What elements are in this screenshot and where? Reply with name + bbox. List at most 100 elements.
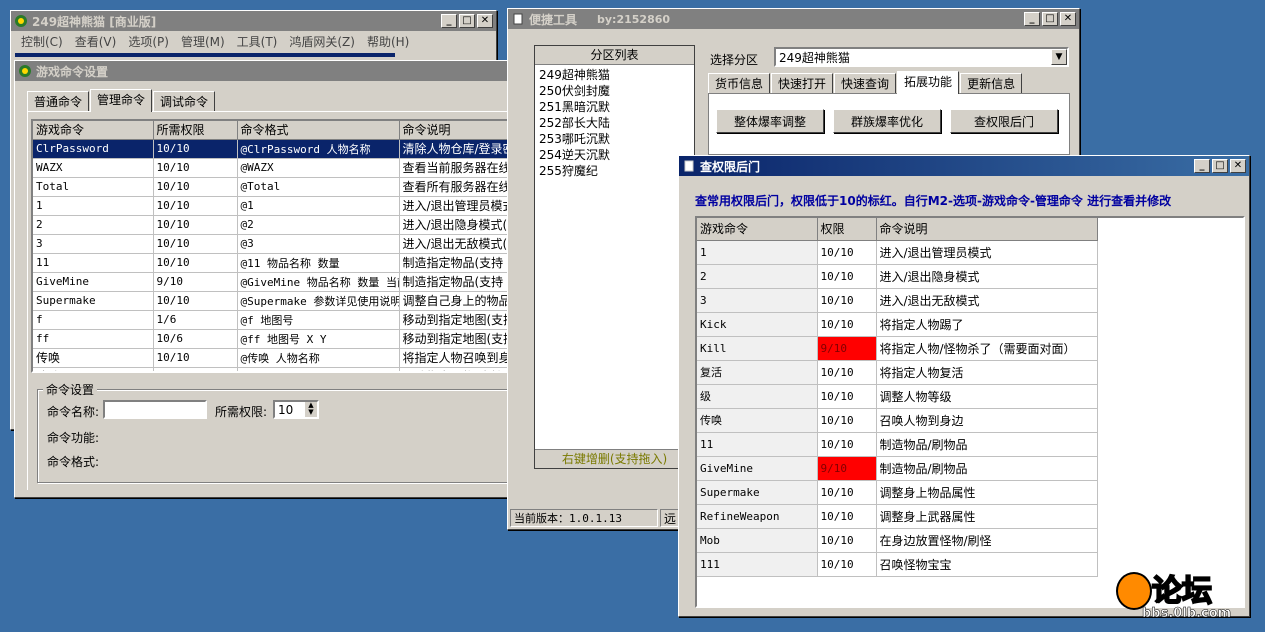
main-window-title: 249超神熊猫 [商业版] (32, 14, 157, 29)
main-window-titlebar[interactable]: 249超神熊猫 [商业版] _ □ ✕ (11, 11, 496, 31)
table-row[interactable]: 追踪10/10@追踪 人物名称跟踪指定人物(支持 (33, 367, 513, 371)
menu-manage[interactable]: 管理(M) (175, 33, 231, 50)
tab-normal-commands[interactable]: 普通命令 (27, 91, 90, 112)
command-name-input[interactable] (103, 400, 207, 419)
watermark-mascot-icon (1116, 572, 1152, 610)
table-row[interactable]: GiveMine 9/10 制造物品/刷物品 (697, 456, 1098, 481)
maximize-button[interactable]: □ (459, 14, 475, 28)
cell-format: @f 地图号 (237, 310, 400, 330)
table-row[interactable]: 传唤 10/10 召唤人物到身边 (697, 408, 1098, 433)
app-icon (18, 64, 32, 78)
cell-command: Kick (697, 312, 818, 337)
list-item[interactable]: 252部长大陆 (539, 115, 690, 131)
col-header-description[interactable]: 命令说明 (876, 218, 1098, 241)
chevron-down-icon[interactable]: ▼ (1051, 49, 1067, 65)
cell-description: 制造物品/刷物品 (876, 432, 1098, 457)
tab-quick-query[interactable]: 快速查询 (834, 73, 897, 94)
menu-gateway[interactable]: 鸿盾网关(Z) (283, 33, 361, 50)
list-item[interactable]: 250伏剑封魔 (539, 83, 690, 99)
tab-update-info[interactable]: 更新信息 (960, 73, 1023, 94)
table-row[interactable]: ff 10/6 @ff 地图号 X Y 移动到指定地图(支持 (33, 329, 513, 349)
cell-command: RefineWeapon (697, 504, 818, 529)
close-button[interactable]: ✕ (477, 14, 493, 28)
table-row[interactable]: f 1/6 @f 地图号 移动到指定地图(支持 (33, 310, 513, 330)
tools-window-titlebar[interactable]: 便捷工具 by:2152860 _ □ ✕ (508, 9, 1079, 29)
cell-command: WAZX (33, 158, 154, 178)
table-row[interactable]: 111 10/10 召唤怪物宝宝 (697, 552, 1098, 577)
menu-tools[interactable]: 工具(T) (231, 33, 284, 50)
minimize-button[interactable]: _ (1024, 12, 1040, 26)
col-header-description[interactable]: 命令说明 (399, 121, 513, 140)
tab-quick-open[interactable]: 快速打开 (771, 73, 834, 94)
table-row[interactable]: 11 10/10 制造物品/刷物品 (697, 432, 1098, 457)
cell-format: @ff 地图号 X Y (237, 329, 400, 349)
cell-permission: 10/10 (153, 348, 238, 368)
permission-spinner[interactable]: 10 ▲ ▼ (273, 400, 319, 419)
cmd-window-titlebar[interactable]: 游戏命令设置 (15, 61, 513, 81)
table-row[interactable]: GiveMine 9/10 @GiveMine 物品名称 数量 当前 制造指定物品(支… (33, 272, 513, 292)
backdoor-window-titlebar[interactable]: 查权限后门 _ □ ✕ (679, 156, 1249, 176)
partition-list[interactable]: 分区列表 249超神熊猫 250伏剑封魔 251黑暗沉默 252部长大陆 253哪吒沉默… (534, 45, 695, 469)
tab-admin-commands[interactable]: 管理命令 (90, 89, 153, 112)
cell-description: 将指定人物/怪物杀了（需要面对面） (876, 336, 1098, 361)
table-row[interactable]: Kill 9/10 将指定人物/怪物杀了（需要面对面） (697, 336, 1098, 361)
group-droprate-button[interactable]: 群族爆率优化 (833, 109, 941, 133)
maximize-button[interactable]: □ (1042, 12, 1058, 26)
menu-help[interactable]: 帮助(H) (361, 33, 415, 50)
table-row[interactable]: 2 10/10 进入/退出隐身模式 (697, 264, 1098, 289)
table-row[interactable]: 1 10/10 进入/退出管理员模式 (697, 240, 1098, 265)
menu-options[interactable]: 选项(P) (122, 33, 175, 50)
maximize-button[interactable]: □ (1212, 159, 1228, 173)
overall-droprate-button[interactable]: 整体爆率调整 (716, 109, 824, 133)
partition-list-footer: 右键增删(支持拖入) (535, 449, 694, 468)
close-button[interactable]: ✕ (1230, 159, 1246, 173)
tab-extended-functions[interactable]: 拓展功能 (897, 71, 960, 94)
tab-debug-commands[interactable]: 调试命令 (153, 91, 216, 112)
col-header-command[interactable]: 游戏命令 (697, 218, 818, 241)
list-item[interactable]: 253哪吒沉默 (539, 131, 690, 147)
col-header-permission[interactable]: 所需权限 (153, 121, 238, 140)
cell-permission: 1/6 (153, 310, 238, 330)
close-button[interactable]: ✕ (1060, 12, 1076, 26)
list-item[interactable]: 254逆天沉默 (539, 147, 690, 163)
table-row[interactable]: Mob 10/10 在身边放置怪物/刷怪 (697, 528, 1098, 553)
minimize-button[interactable]: _ (1194, 159, 1210, 173)
table-row[interactable]: 3 10/10 @3 进入/退出无敌模式( (33, 234, 513, 254)
command-name-label: 命令名称: (47, 405, 100, 419)
table-row[interactable]: 复活 10/10 将指定人物复活 (697, 360, 1098, 385)
tools-window-title: 便捷工具 (529, 12, 578, 27)
list-item[interactable]: 255狩魔纪 (539, 163, 690, 179)
command-settings-group-title: 命令设置 (43, 381, 98, 398)
permission-table[interactable]: 游戏命令 权限 命令说明 1 10/10 进入/退出管理员模式 2 10/10 进入/退出… (695, 216, 1245, 608)
tab-currency-info[interactable]: 货币信息 (708, 73, 771, 94)
cell-permission: 10/10 (817, 264, 877, 289)
table-row[interactable]: WAZX 10/10 @WAZX 查看当前服务器在线 (33, 158, 513, 178)
spinner-arrows-icon[interactable]: ▲ ▼ (305, 402, 317, 417)
col-header-command[interactable]: 游戏命令 (33, 121, 154, 140)
minimize-button[interactable]: _ (441, 14, 457, 28)
command-function-label: 命令功能: (47, 431, 100, 445)
table-row[interactable]: Total 10/10 @Total 查看所有服务器在线 (33, 177, 513, 197)
table-row[interactable]: 级 10/10 调整人物等级 (697, 384, 1098, 409)
menu-view[interactable]: 查看(V) (69, 33, 123, 50)
table-row[interactable]: 2 10/10 @2 进入/退出隐身模式( (33, 215, 513, 235)
list-item[interactable]: 251黑暗沉默 (539, 99, 690, 115)
cell-command: 2 (697, 264, 818, 289)
admin-command-table[interactable]: 游戏命令 所需权限 命令格式 命令说明 ClrPassword 10/10 @Clr… (31, 119, 513, 373)
table-row[interactable]: 1 10/10 @1 进入/退出管理员模式 (33, 196, 513, 216)
table-row[interactable]: Kick 10/10 将指定人物踢了 (697, 312, 1098, 337)
col-header-permission[interactable]: 权限 (817, 218, 877, 241)
check-backdoor-button[interactable]: 查权限后门 (950, 109, 1058, 133)
table-row[interactable]: Supermake 10/10 调整身上物品属性 (697, 480, 1098, 505)
table-row[interactable]: ClrPassword 10/10 @ClrPassword 人物名称 清除人物仓库/… (33, 139, 513, 159)
table-row[interactable]: 3 10/10 进入/退出无敌模式 (697, 288, 1098, 313)
cell-permission: 10/10 (817, 288, 877, 313)
menu-control[interactable]: 控制(C) (15, 33, 69, 50)
list-item[interactable]: 249超神熊猫 (539, 67, 690, 83)
table-row[interactable]: RefineWeapon 10/10 调整身上武器属性 (697, 504, 1098, 529)
partition-select[interactable]: 249超神熊猫 ▼ (774, 47, 1069, 67)
table-row[interactable]: Supermake 10/10 @Supermake 参数详见使用说明 调整自己身上的… (33, 291, 513, 311)
col-header-format[interactable]: 命令格式 (237, 121, 400, 140)
table-row[interactable]: 传唤 10/10 @传唤 人物名称 将指定人物召唤到身 (33, 348, 513, 368)
table-row[interactable]: 11 10/10 @11 物品名称 数量 制造指定物品(支持 (33, 253, 513, 273)
